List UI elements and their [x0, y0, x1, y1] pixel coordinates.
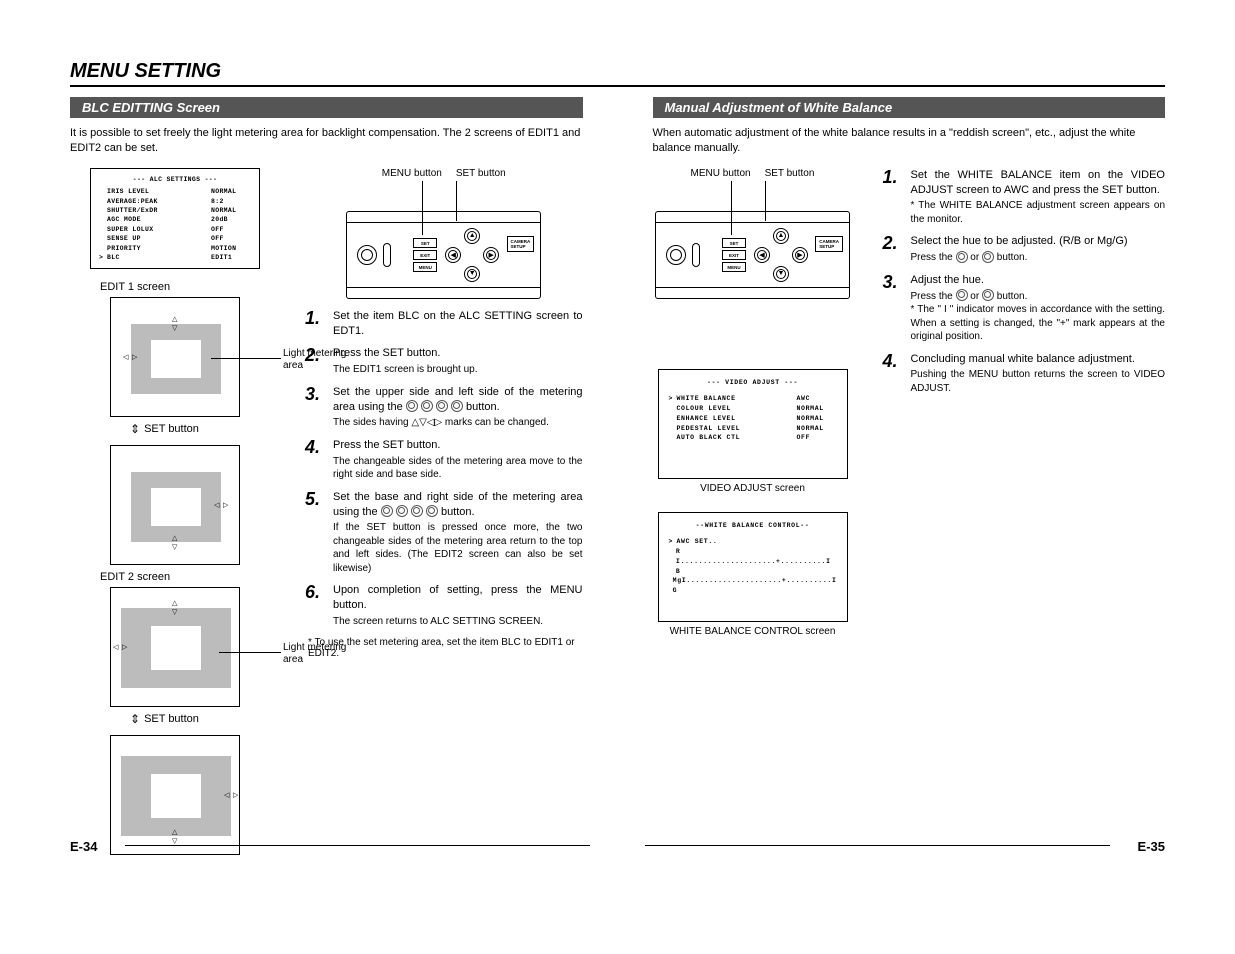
- direction-button-icon: [451, 400, 463, 412]
- section-header-wb: Manual Adjustment of White Balance: [653, 97, 1166, 118]
- camera-setup-label: CAMERASETUP: [815, 236, 843, 253]
- dpad[interactable]: ▲ ▼ ◀ ▶: [445, 228, 499, 282]
- dpad[interactable]: ▲ ▼ ◀ ▶: [754, 228, 808, 282]
- video-adjust-caption: VIDEO ADJUST screen: [653, 483, 853, 494]
- osd-row: SENSE UPOFF: [99, 234, 251, 243]
- page-number-right: E-35: [1138, 839, 1165, 854]
- edit2-screen-b: ◁ ▷ △ ▽: [110, 735, 240, 855]
- menu-button[interactable]: MENU: [413, 262, 437, 272]
- direction-button-icon: [956, 289, 968, 301]
- slot-icon: [383, 243, 391, 267]
- dpad-left-icon[interactable]: ◀: [445, 247, 461, 263]
- section-header-blc: BLC EDITTING Screen: [70, 97, 583, 118]
- osd-row: SUPER LOLUXOFF: [99, 225, 251, 234]
- direction-button-icon: [381, 505, 393, 517]
- edit2-label: EDIT 2 screen: [100, 571, 280, 583]
- direction-button-icon: [436, 400, 448, 412]
- direction-button-icon: [982, 289, 994, 301]
- dpad-down-icon[interactable]: ▼: [464, 266, 480, 282]
- dpad-right-icon[interactable]: ▶: [792, 247, 808, 263]
- wb-control-caption: WHITE BALANCE CONTROL screen: [653, 626, 853, 637]
- page-title: MENU SETTING: [70, 60, 1165, 87]
- control-panel-diagram-left: MENU button SET button: [346, 168, 541, 299]
- edit1-screen-b: ◁ ▷ △ ▽: [110, 445, 240, 565]
- step: 5.Set the base and right side of the met…: [305, 490, 583, 576]
- left-page: BLC EDITTING Screen It is possible to se…: [70, 97, 583, 861]
- osd-row: >BLCEDIT1: [99, 253, 251, 262]
- dpad-left-icon[interactable]: ◀: [754, 247, 770, 263]
- set-button-indicator-1: ⇕SET button: [130, 423, 280, 435]
- lens-icon: [666, 245, 686, 265]
- step: 2.Select the hue to be adjusted. (R/B or…: [883, 234, 1166, 264]
- osd-row: >WHITE BALANCEAWC: [669, 394, 837, 404]
- dpad-up-icon[interactable]: ▲: [464, 228, 480, 244]
- osd-row: SHUTTER/ExDRNORMAL: [99, 206, 251, 215]
- step: 6.Upon completion of setting, press the …: [305, 583, 583, 628]
- step: 4.Concluding manual white balance adjust…: [883, 352, 1166, 396]
- dpad-down-icon[interactable]: ▼: [773, 266, 789, 282]
- step: 4.Press the SET button.The changeable si…: [305, 438, 583, 482]
- direction-button-icon: [426, 505, 438, 517]
- blc-intro: It is possible to set freely the light m…: [70, 126, 583, 156]
- control-panel-diagram-right: MENU button SET button: [655, 168, 850, 299]
- step: 3.Set the upper side and left side of th…: [305, 385, 583, 430]
- osd-row: COLOUR LEVELNORMAL: [669, 404, 837, 414]
- step: 1.Set the item BLC on the ALC SETTING sc…: [305, 309, 583, 339]
- osd-row: AUTO BLACK CTLOFF: [669, 433, 837, 443]
- edit1-label: EDIT 1 screen: [100, 281, 280, 293]
- camera-setup-label: CAMERASETUP: [507, 236, 535, 253]
- osd-row: AVERAGE:PEAK8:2: [99, 197, 251, 206]
- exit-button[interactable]: EXIT: [722, 250, 746, 260]
- right-page: Manual Adjustment of White Balance When …: [653, 97, 1166, 861]
- set-button-indicator-2: ⇕SET button: [130, 713, 280, 725]
- exit-button[interactable]: EXIT: [413, 250, 437, 260]
- direction-button-icon: [411, 505, 423, 517]
- slot-icon: [692, 243, 700, 267]
- edit1-screen: △ ▽ ◁ ▷ Light metering area: [110, 297, 240, 417]
- osd-row: PRIORITYMOTION: [99, 244, 251, 253]
- step: 1.Set the WHITE BALANCE item on the VIDE…: [883, 168, 1166, 227]
- osd-row: IRIS LEVELNORMAL: [99, 187, 251, 196]
- set-button[interactable]: SET: [722, 238, 746, 248]
- page-number-left: E-34: [70, 839, 97, 854]
- osd-row: PEDESTAL LEVELNORMAL: [669, 424, 837, 434]
- osd-row: AGC MODE20dB: [99, 215, 251, 224]
- lens-icon: [357, 245, 377, 265]
- edit2-screen: △ ▽ ◁ ▷ Light metering area: [110, 587, 240, 707]
- menu-button[interactable]: MENU: [722, 262, 746, 272]
- direction-button-icon: [421, 400, 433, 412]
- direction-button-icon: [396, 505, 408, 517]
- direction-button-icon: [982, 251, 994, 263]
- video-adjust-osd: --- VIDEO ADJUST --- >WHITE BALANCEAWCCO…: [658, 369, 848, 479]
- direction-button-icon: [406, 400, 418, 412]
- alc-settings-osd: --- ALC SETTINGS --- IRIS LEVELNORMALAVE…: [90, 168, 260, 270]
- wb-control-osd: --WHITE BALANCE CONTROL-- >AWC SET.. R I…: [658, 512, 848, 622]
- step: 3.Adjust the hue.Press the or button. * …: [883, 273, 1166, 344]
- dpad-up-icon[interactable]: ▲: [773, 228, 789, 244]
- wb-intro: When automatic adjustment of the white b…: [653, 126, 1166, 156]
- direction-button-icon: [956, 251, 968, 263]
- dpad-right-icon[interactable]: ▶: [483, 247, 499, 263]
- osd-row: ENHANCE LEVELNORMAL: [669, 414, 837, 424]
- set-button[interactable]: SET: [413, 238, 437, 248]
